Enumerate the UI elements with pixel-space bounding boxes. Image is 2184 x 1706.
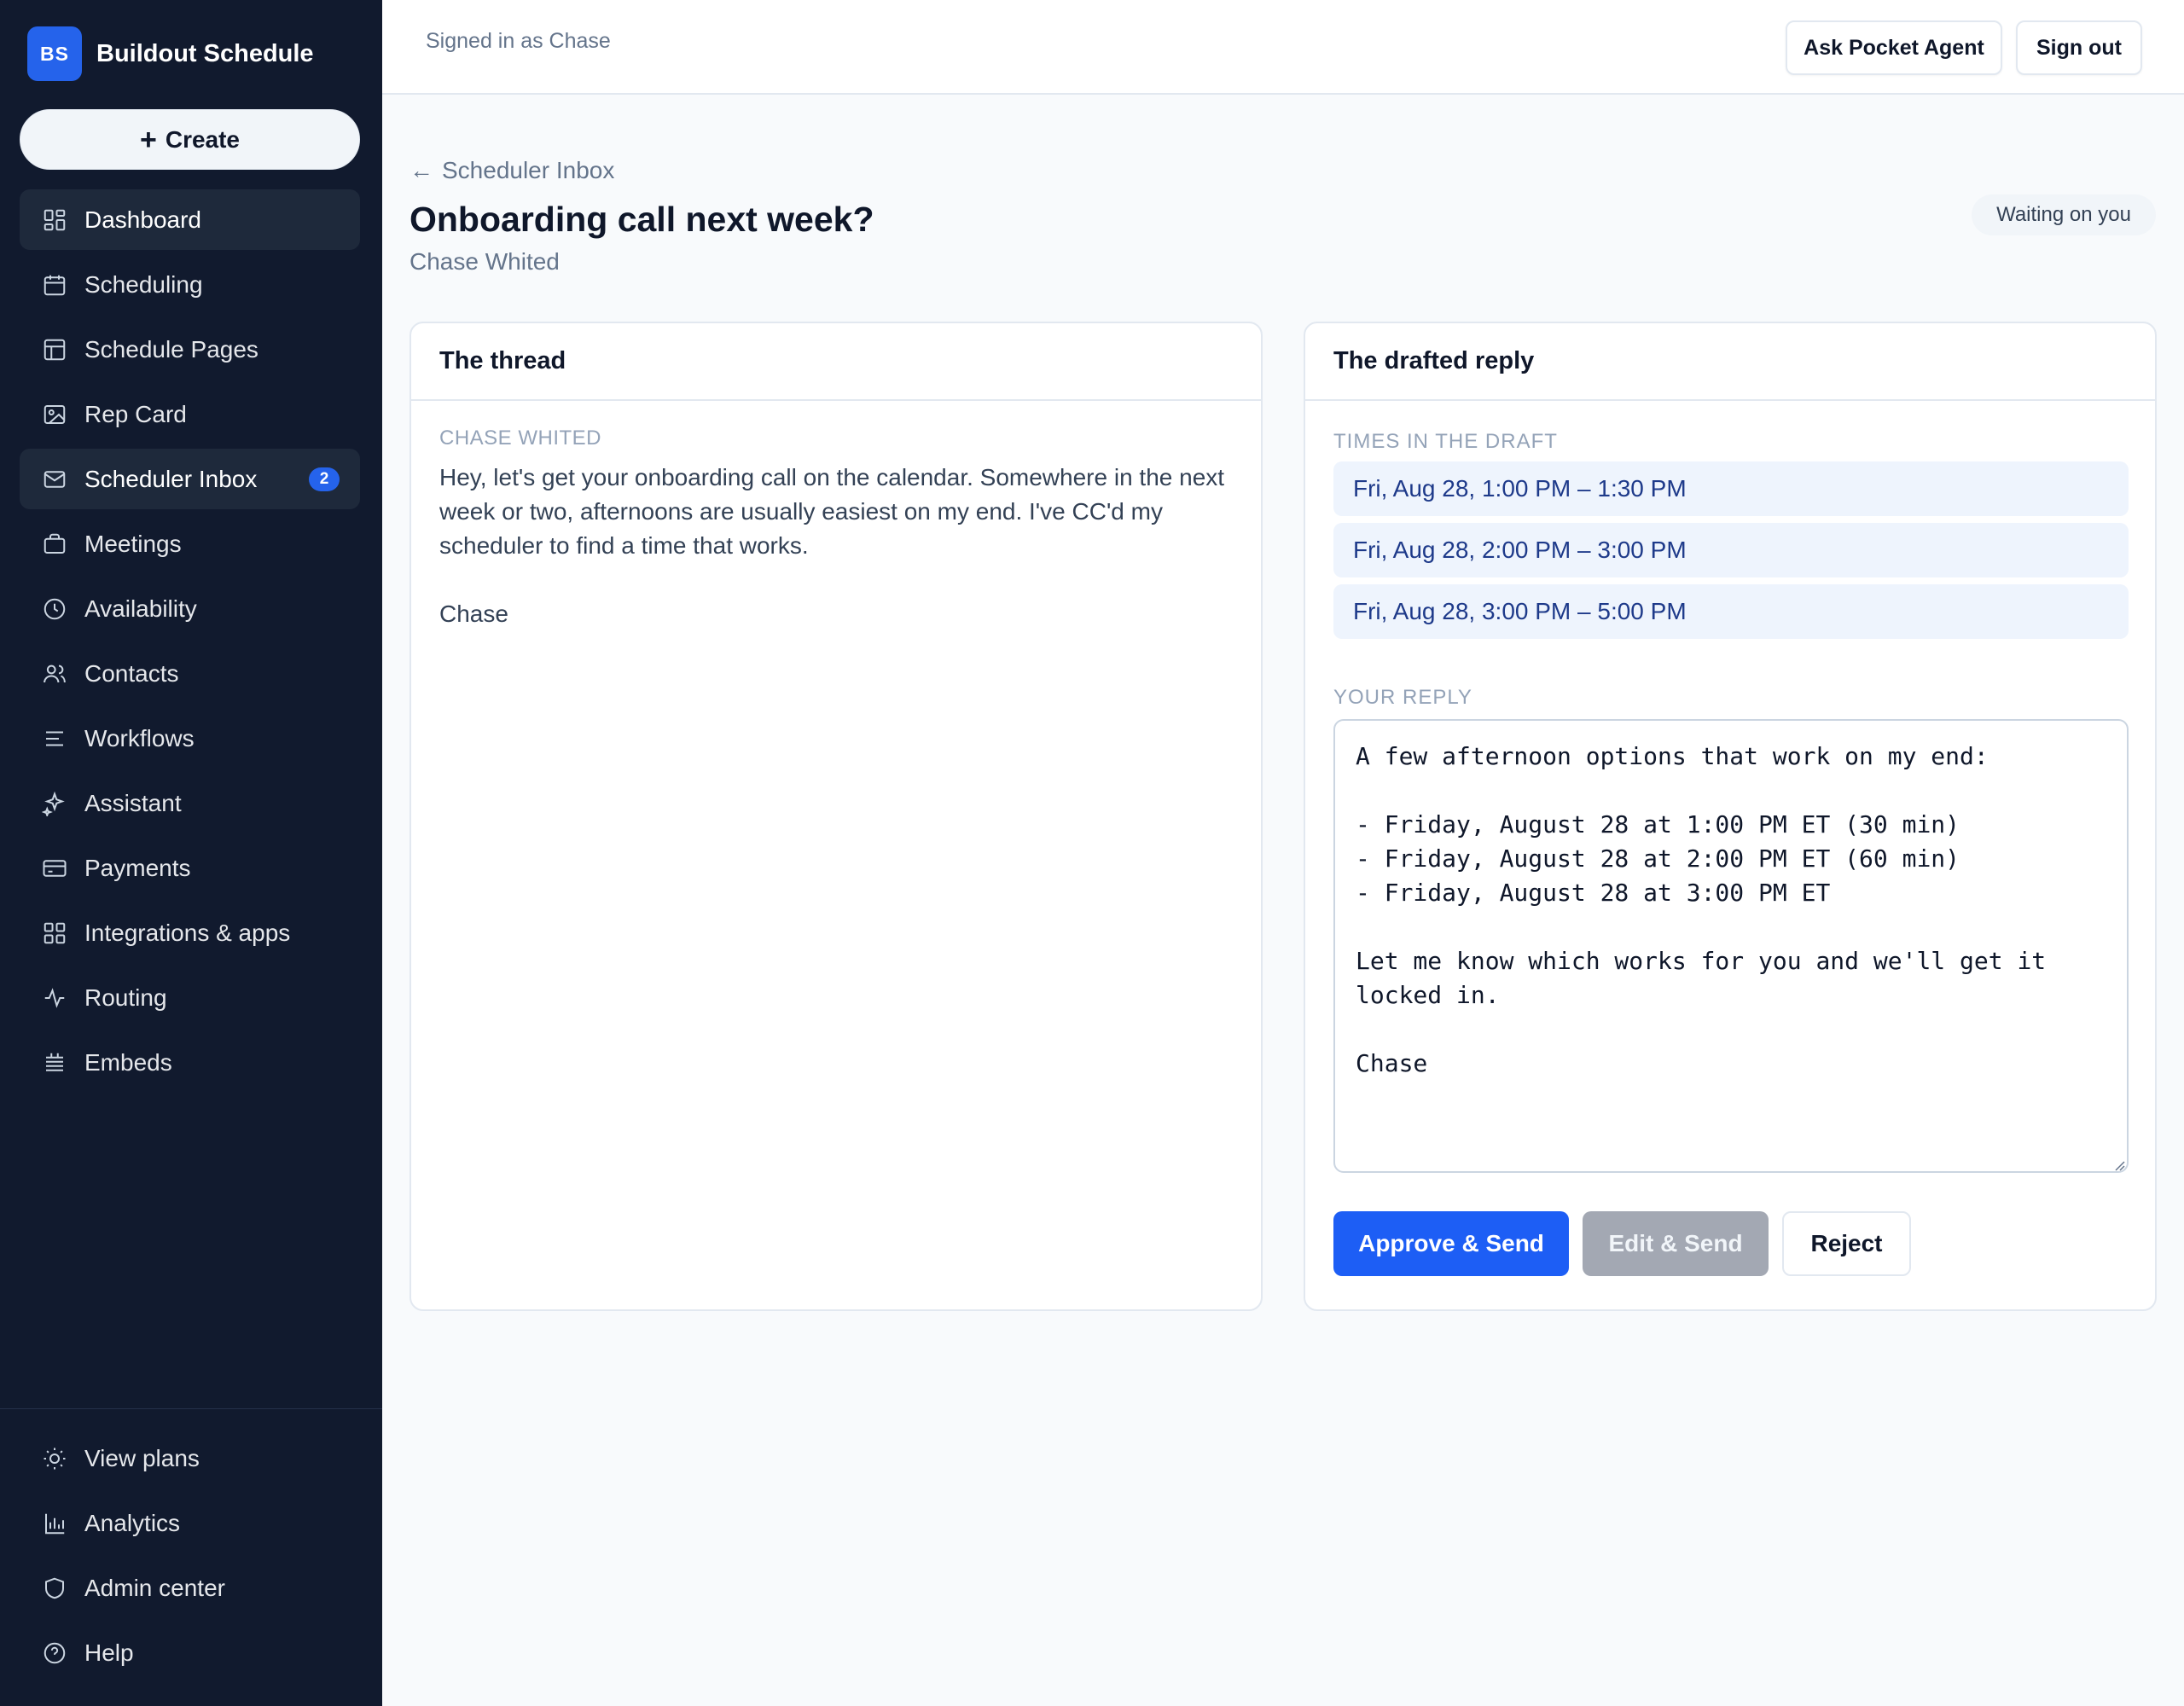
thread-body: CHASE WHITED Hey, let's get your onboard…: [411, 401, 1261, 657]
resize-handle-icon[interactable]: [2111, 1158, 2125, 1171]
sidebar-item-integrations[interactable]: Integrations & apps: [20, 902, 360, 963]
sidebar-item-analytics[interactable]: Analytics: [20, 1493, 360, 1553]
times-label: TIMES IN THE DRAFT: [1333, 430, 1558, 453]
create-button[interactable]: + Create: [20, 109, 360, 170]
sidebar-item-label: Routing: [84, 984, 167, 1011]
time-slot: Fri, Aug 28, 2:00 PM – 3:00 PM: [1333, 523, 2129, 577]
embed-icon: [42, 1050, 67, 1076]
plus-icon: +: [139, 123, 157, 156]
sidebar-item-label: Contacts: [84, 659, 179, 687]
sidebar-item-assistant[interactable]: Assistant: [20, 773, 360, 833]
sidebar-item-scheduling[interactable]: Scheduling: [20, 254, 360, 315]
page-subtitle: Chase Whited: [410, 248, 560, 275]
message-text: Hey, let's get your onboarding call on t…: [439, 464, 1225, 627]
times-list: Fri, Aug 28, 1:00 PM – 1:30 PM Fri, Aug …: [1333, 461, 2129, 646]
status-badge: Waiting on you: [1972, 194, 2156, 235]
sidebar: BS Buildout Schedule + Create Dashboard …: [0, 0, 382, 1706]
users-icon: [42, 661, 67, 687]
credit-card-icon: [42, 856, 67, 881]
time-slot: Fri, Aug 28, 1:00 PM – 1:30 PM: [1333, 461, 2129, 516]
sidebar-item-embeds[interactable]: Embeds: [20, 1032, 360, 1093]
edit-send-button[interactable]: Edit & Send: [1583, 1211, 1769, 1276]
thread-card: The thread CHASE WHITED Hey, let's get y…: [410, 322, 1263, 1311]
sidebar-item-scheduler-inbox[interactable]: Scheduler Inbox 2: [20, 449, 360, 509]
sidebar-item-dashboard[interactable]: Dashboard: [20, 189, 360, 250]
sidebar-item-label: Analytics: [84, 1509, 181, 1536]
sidebar-item-label: Integrations & apps: [84, 919, 291, 946]
ask-pocket-agent-button[interactable]: Ask Pocket Agent: [1786, 20, 2002, 75]
draft-card-title: The drafted reply: [1305, 323, 2155, 401]
sidebar-item-label: Embeds: [84, 1048, 172, 1076]
bar-chart-icon: [42, 1511, 67, 1536]
clock-icon: [42, 596, 67, 622]
sparkles-icon: [42, 791, 67, 816]
sidebar-item-label: Dashboard: [84, 206, 201, 233]
sidebar-item-meetings[interactable]: Meetings: [20, 514, 360, 574]
sidebar-item-label: Payments: [84, 854, 191, 881]
sidebar-item-payments[interactable]: Payments: [20, 838, 360, 898]
sidebar-item-schedule-pages[interactable]: Schedule Pages: [20, 319, 360, 380]
approve-send-button[interactable]: Approve & Send: [1333, 1211, 1569, 1276]
sidebar-item-label: Schedule Pages: [84, 335, 258, 363]
sidebar-item-workflows[interactable]: Workflows: [20, 708, 360, 769]
sidebar-divider: [0, 1408, 382, 1409]
mail-icon: [42, 467, 67, 492]
unread-count-badge: 2: [309, 467, 340, 491]
top-bar: Signed in as Chase Ask Pocket Agent Sign…: [382, 0, 2184, 95]
time-slot: Fri, Aug 28, 3:00 PM – 5:00 PM: [1333, 584, 2129, 639]
brand-logo: BS: [27, 26, 82, 81]
sidebar-bottom-nav: View plans Analytics Admin center Help: [20, 1428, 360, 1687]
brand[interactable]: BS Buildout Schedule: [27, 26, 314, 81]
sidebar-item-admin-center[interactable]: Admin center: [20, 1558, 360, 1618]
sidebar-item-availability[interactable]: Availability: [20, 578, 360, 639]
sidebar-item-rep-card[interactable]: Rep Card: [20, 384, 360, 444]
reply-actions: Approve & Send Edit & Send Reject: [1333, 1211, 1925, 1276]
sidebar-item-label: Assistant: [84, 789, 182, 816]
sidebar-item-label: Meetings: [84, 530, 182, 557]
sidebar-item-label: Admin center: [84, 1574, 225, 1601]
draft-card: The drafted reply TIMES IN THE DRAFT Fri…: [1304, 322, 2157, 1311]
sidebar-item-label: View plans: [84, 1444, 200, 1471]
list-icon: [42, 726, 67, 751]
arrow-left-icon: ←: [410, 157, 433, 183]
sidebar-item-contacts[interactable]: Contacts: [20, 643, 360, 704]
activity-icon: [42, 985, 67, 1011]
back-link-label: Scheduler Inbox: [442, 157, 615, 183]
grid-icon: [42, 920, 67, 946]
image-icon: [42, 402, 67, 427]
sidebar-item-view-plans[interactable]: View plans: [20, 1428, 360, 1488]
sidebar-item-label: Availability: [84, 595, 197, 622]
brand-name: Buildout Schedule: [96, 39, 314, 67]
sidebar-nav: Dashboard Scheduling Schedule Pages Rep …: [20, 189, 360, 1097]
dashboard-icon: [42, 207, 67, 233]
reject-button[interactable]: Reject: [1782, 1211, 1911, 1276]
layout-icon: [42, 337, 67, 363]
sign-out-button[interactable]: Sign out: [2016, 20, 2142, 75]
thread-card-title: The thread: [411, 323, 1261, 401]
reply-textarea[interactable]: A few afternoon options that work on my …: [1333, 719, 2129, 1173]
sidebar-item-routing[interactable]: Routing: [20, 967, 360, 1028]
sun-icon: [42, 1446, 67, 1471]
signed-in-text: Signed in as Chase: [426, 29, 611, 53]
sidebar-item-label: Help: [84, 1639, 134, 1666]
briefcase-icon: [42, 531, 67, 557]
sidebar-item-label: Rep Card: [84, 400, 187, 427]
message-sender: CHASE WHITED: [439, 426, 602, 450]
sidebar-item-label: Workflows: [84, 724, 195, 751]
help-icon: [42, 1640, 67, 1666]
sidebar-item-label: Scheduling: [84, 270, 203, 298]
page-title: Onboarding call next week?: [410, 200, 874, 239]
reply-label: YOUR REPLY: [1333, 686, 1472, 709]
sidebar-item-label: Scheduler Inbox: [84, 465, 258, 492]
calendar-icon: [42, 272, 67, 298]
sidebar-item-help[interactable]: Help: [20, 1622, 360, 1683]
back-link[interactable]: ← Scheduler Inbox: [410, 157, 614, 184]
create-button-label: Create: [165, 125, 241, 153]
shield-icon: [42, 1575, 67, 1601]
